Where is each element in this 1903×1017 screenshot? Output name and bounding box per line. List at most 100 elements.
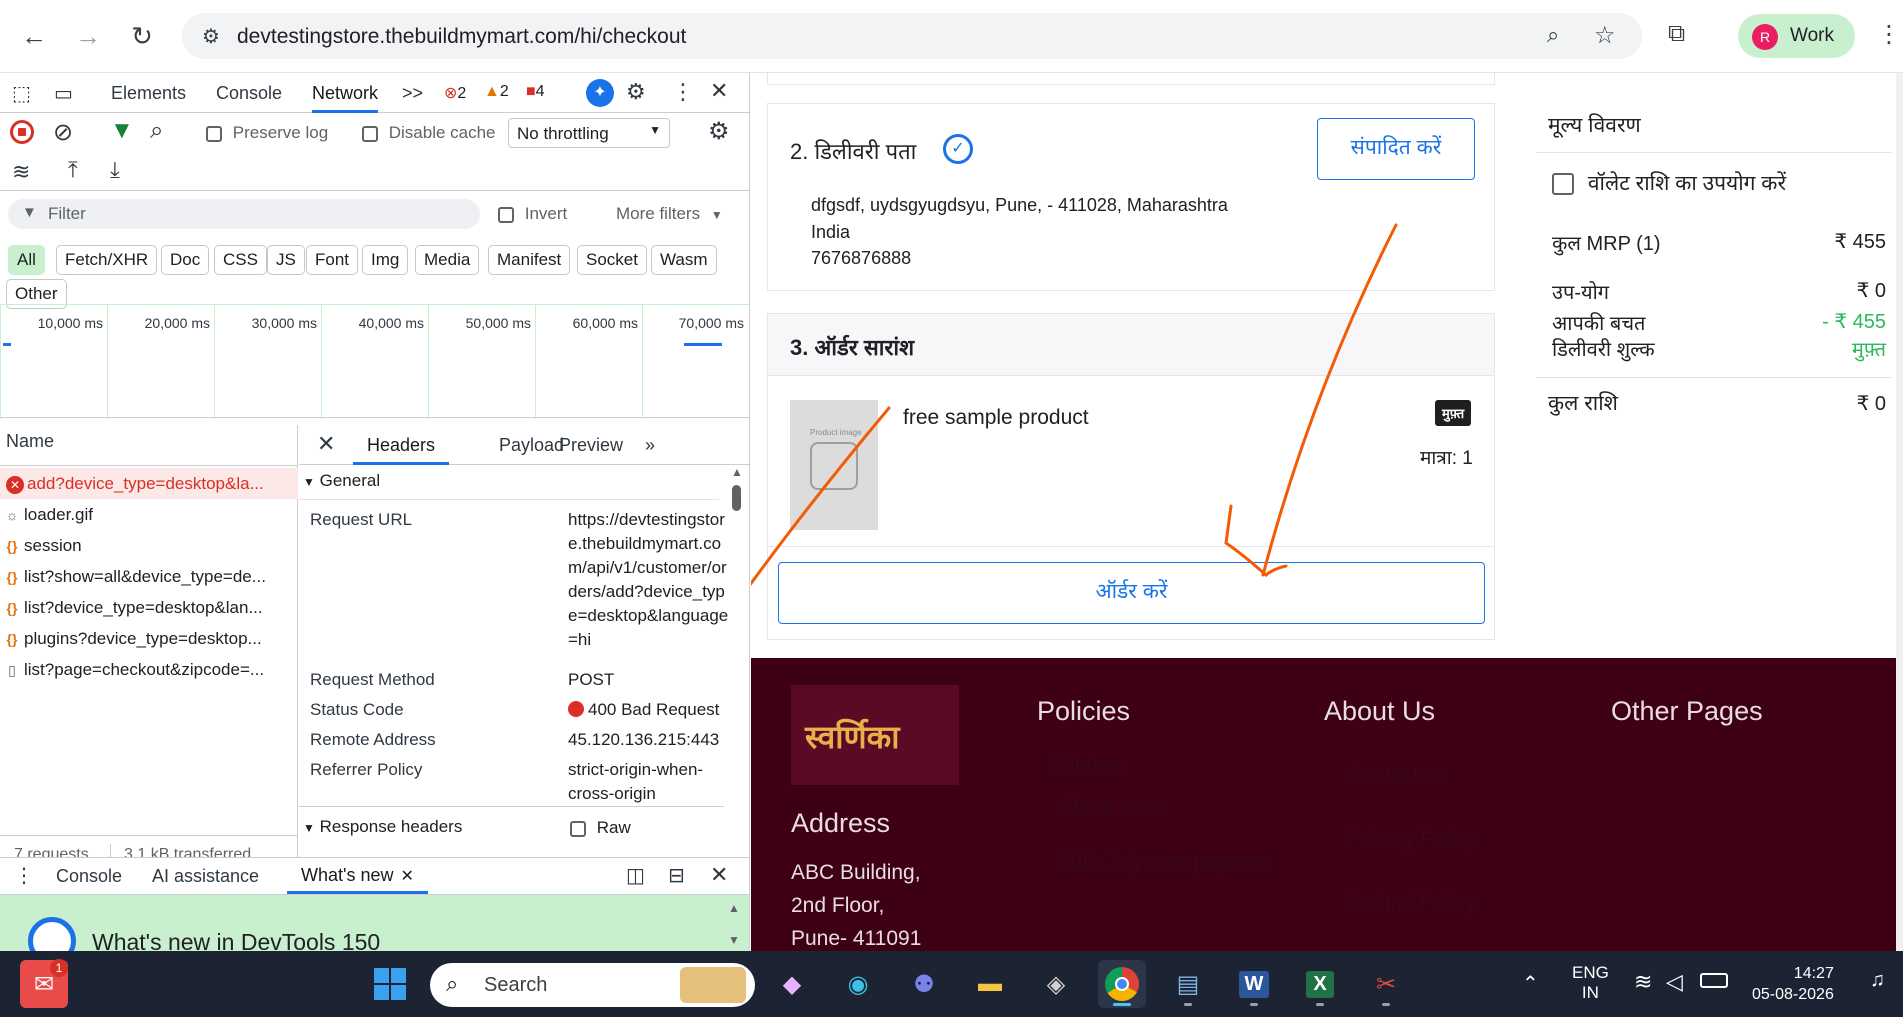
browser-menu-icon[interactable]: ⋮ [1877,20,1901,49]
notepad-app-icon[interactable]: ▤ [1164,960,1212,1008]
tab-elements[interactable]: Elements [111,73,186,113]
settings-gear-icon[interactable]: ⚙ [626,79,646,105]
raw-checkbox[interactable]: Raw [570,818,631,838]
chrome-app-icon[interactable] [1098,960,1146,1008]
teams-app-icon[interactable]: ⚉ [900,960,948,1008]
back-icon[interactable]: ← [16,18,52,54]
address-bar[interactable]: ⚙ devtestingstore.thebuildmymart.com/hi/… [182,13,1642,59]
language-indicator[interactable]: ENG IN [1572,963,1609,1003]
filter-input[interactable]: ▼ Filter [8,199,480,229]
edge-browser-icon[interactable]: ◉ [834,960,882,1008]
devtools-ai-icon[interactable]: ✦ [586,79,614,107]
timeline-overview[interactable]: 10,000 ms 20,000 ms 30,000 ms 40,000 ms … [0,304,749,419]
footer-link-about-usss[interactable]: About usss [1059,796,1163,820]
page-scrollbar[interactable] [1896,73,1903,951]
more-detail-tabs-icon[interactable]: » [645,425,655,465]
warning-count[interactable]: ▲2 [484,83,509,101]
more-tabs-icon[interactable]: >> [402,73,423,113]
chip-all[interactable]: All [8,245,45,275]
volume-icon[interactable]: ◁ [1666,969,1683,995]
taskbar-search-box[interactable]: ⌕ Search [430,963,755,1007]
chip-css[interactable]: CSS [214,245,267,275]
error-count[interactable]: ⊗2 [444,83,466,103]
reload-icon[interactable]: ↻ [124,18,160,54]
excel-app-icon[interactable]: X [1296,960,1344,1008]
battery-icon[interactable] [1700,973,1728,988]
close-detail-icon[interactable]: ✕ [317,431,335,457]
dock-side-icon[interactable]: ◫ [626,863,645,888]
device-toolbar-icon[interactable]: ▭ [54,81,73,106]
request-row[interactable]: ▯ list?page=checkout&zipcode=... [0,654,298,685]
request-row[interactable]: ✕ add?device_type=desktop&la... [0,468,298,499]
tab-headers[interactable]: Headers [353,425,450,465]
site-settings-icon[interactable]: ⚙ [202,24,220,49]
clear-icon[interactable]: ⊘ [53,118,73,147]
notifications-bell-icon[interactable]: ♫ [1870,969,1885,992]
close-drawer-icon[interactable]: ✕ [710,862,728,888]
drawer-tab-ai-assistance[interactable]: AI assistance [152,858,259,894]
chip-doc[interactable]: Doc [161,245,210,275]
footer-link-contact[interactable]: Contact us [1346,764,1446,788]
disable-cache-box[interactable] [362,125,378,142]
import-har-icon[interactable]: ⤒ [68,157,78,183]
extensions-icon[interactable]: ⧉ [1668,20,1685,48]
forward-icon[interactable]: → [70,18,106,54]
request-row[interactable]: {} session [0,530,298,561]
network-conditions-icon[interactable]: ≋ [12,159,30,185]
request-row[interactable]: {} list?device_type=desktop&lan... [0,592,298,623]
tab-preview[interactable]: Preview [559,425,623,465]
file-explorer-icon[interactable]: ▬ [966,960,1014,1008]
snipping-tool-icon[interactable]: ✂ [1362,960,1410,1008]
undock-icon[interactable]: ⊟ [668,863,685,888]
footer-link-privacy[interactable]: Privacy Policy [1346,828,1477,852]
chip-manifest[interactable]: Manifest [488,245,571,275]
tab-network[interactable]: Network [312,73,379,113]
store-app-icon[interactable]: ◈ [1032,960,1080,1008]
general-section-header[interactable]: ▼ General [303,471,380,491]
footer-link-shirtsss[interactable]: Shirtsss [1049,754,1124,778]
copilot-app-icon[interactable]: ◆ [768,960,816,1008]
request-row[interactable]: {} list?show=all&device_type=de... [0,561,298,592]
search-icon[interactable]: ⌕ [150,117,163,145]
response-headers-section[interactable]: ▼ Response headers [303,817,462,837]
brand-logo[interactable]: स्वर्णिका [791,685,959,785]
invert-checkbox[interactable]: Invert [498,204,567,224]
preserve-log-checkbox[interactable]: Preserve log [206,123,328,143]
word-app-icon[interactable]: W [1230,960,1278,1008]
raw-box[interactable] [570,820,586,837]
close-tab-icon[interactable]: ✕ [401,868,414,885]
chip-font[interactable]: Font [306,245,359,275]
chip-wasm[interactable]: Wasm [651,245,717,275]
tab-console[interactable]: Console [216,73,282,113]
windows-start-icon[interactable] [366,960,414,1008]
drawer-tab-console[interactable]: Console [56,858,122,894]
chip-fetch-xhr[interactable]: Fetch/XHR [56,245,158,275]
more-filters-dropdown[interactable]: More filters ▼ [616,204,723,224]
footer-link-refund[interactable]: Refund Policy [1346,892,1476,916]
preserve-log-box[interactable] [206,125,222,142]
tab-payload[interactable]: Payload [499,425,564,465]
export-har-icon[interactable]: ⤓ [110,157,120,183]
bookmark-star-icon[interactable]: ☆ [1594,21,1616,50]
close-devtools-icon[interactable]: ✕ [710,78,728,104]
tray-chevron-icon[interactable]: ⌃ [1522,971,1539,996]
drawer-menu-icon[interactable]: ⋮ [14,863,34,888]
network-settings-icon[interactable]: ⚙ [708,117,730,146]
chip-media[interactable]: Media [415,245,480,275]
request-row[interactable]: {} plugins?device_type=desktop... [0,623,298,654]
zoom-search-icon[interactable]: ⌕ [1547,22,1559,48]
invert-box[interactable] [498,206,514,223]
name-column-header[interactable]: Name [6,431,54,452]
footer-link-cms-page[interactable]: 10th July cms pagesss [1059,850,1271,874]
chip-img[interactable]: Img [362,245,409,275]
wifi-icon[interactable]: ≋ [1634,969,1652,995]
drawer-scrollbar[interactable]: ▲ [728,901,740,915]
filter-funnel-icon[interactable]: ▼ [110,117,134,145]
url-text[interactable]: devtestingstore.thebuildmymart.com/hi/ch… [237,25,686,49]
inspect-element-icon[interactable]: ⬚ [12,81,31,106]
request-row[interactable]: ☼ loader.gif [0,499,298,530]
disable-cache-checkbox[interactable]: Disable cache [362,123,496,143]
chip-socket[interactable]: Socket [577,245,647,275]
devtools-menu-icon[interactable]: ⋮ [672,79,694,105]
clock[interactable]: 14:27 05-08-2026 [1752,963,1834,1005]
